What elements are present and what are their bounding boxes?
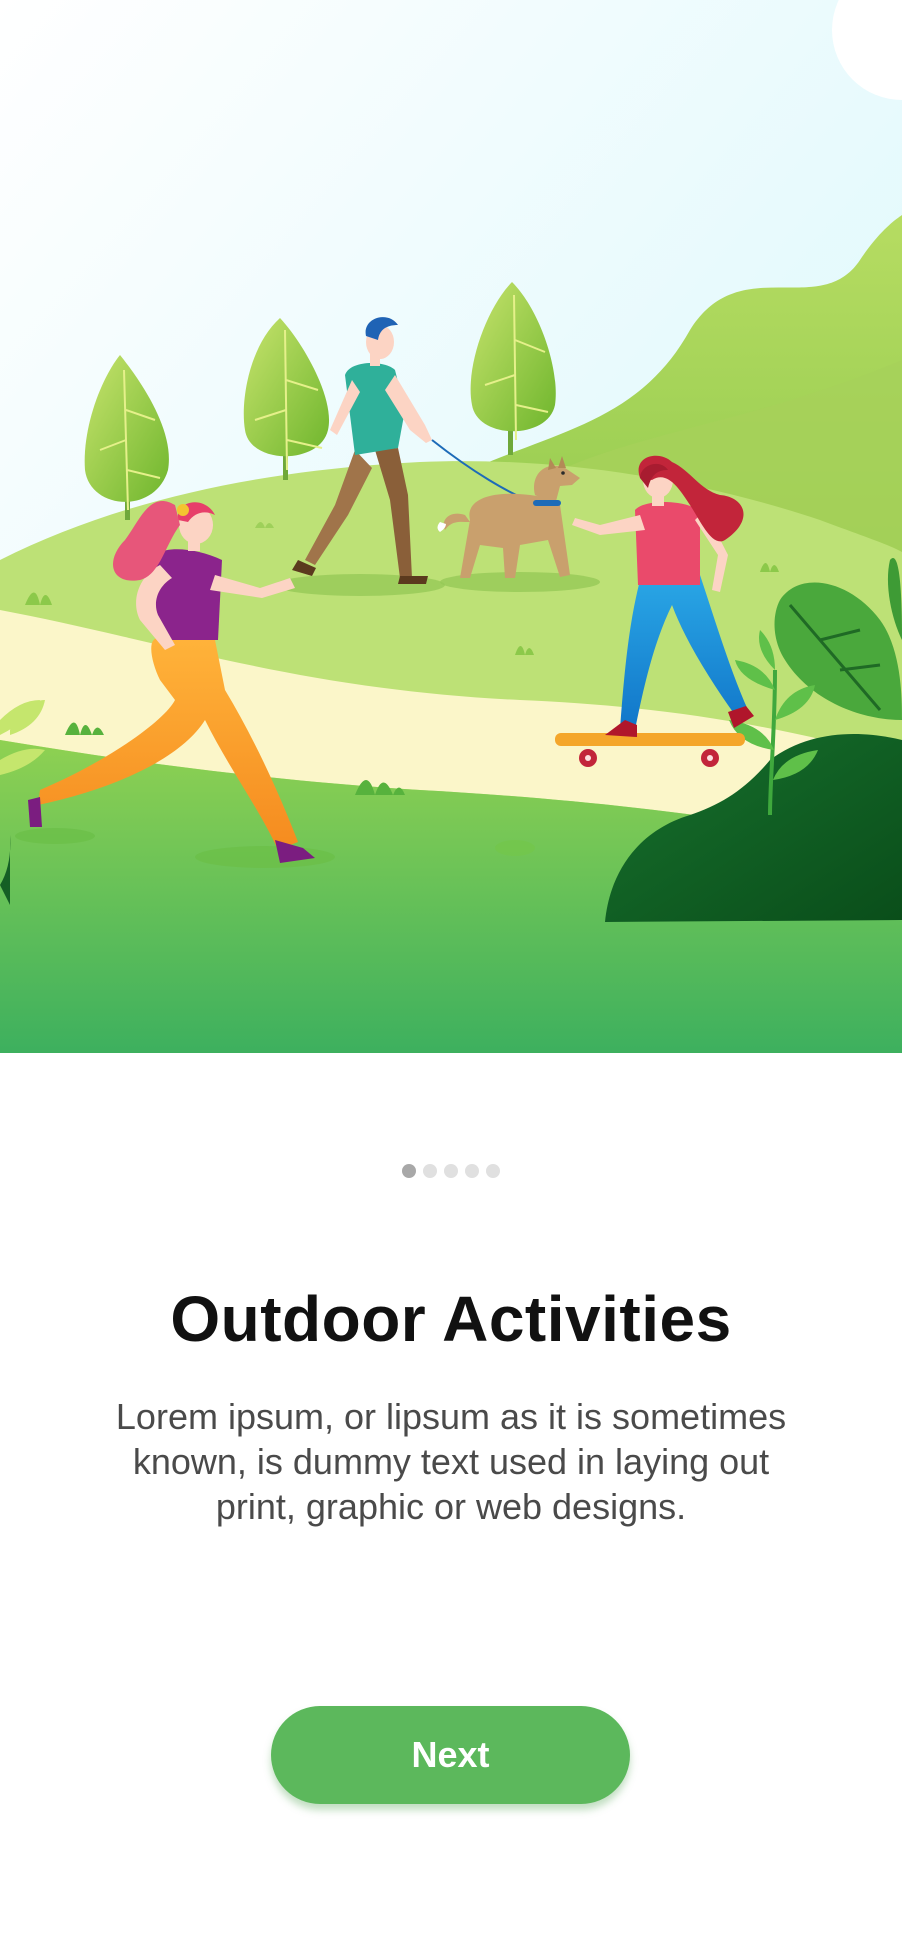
- hero-illustration: [0, 0, 902, 1053]
- onboarding-title: Outdoor Activities: [170, 1283, 732, 1355]
- page-indicator: [0, 1164, 902, 1178]
- onboarding-description: Lorem ipsum, or lipsum as it is sometime…: [115, 1396, 787, 1527]
- page-dot[interactable]: [423, 1164, 437, 1178]
- page-dot[interactable]: [465, 1164, 479, 1178]
- next-button[interactable]: Next: [271, 1706, 630, 1804]
- page-dot[interactable]: [444, 1164, 458, 1178]
- page-dot-active[interactable]: [402, 1164, 416, 1178]
- page-dot[interactable]: [486, 1164, 500, 1178]
